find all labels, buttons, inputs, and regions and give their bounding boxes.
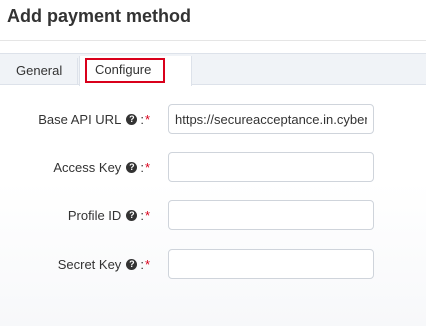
label-colon: : bbox=[140, 257, 144, 272]
profile-id-input[interactable] bbox=[168, 200, 374, 230]
access-key-label-text: Access Key bbox=[53, 160, 122, 175]
profile-id-label-text: Profile ID bbox=[67, 208, 122, 223]
tab-configure-label: Configure bbox=[95, 62, 152, 77]
base-api-url-label-text: Base API URL bbox=[38, 112, 122, 127]
form-row-profile-id: Profile ID ? : * bbox=[0, 200, 426, 230]
configure-form: Base API URL ? : * Access Key ? : * Prof… bbox=[0, 86, 426, 326]
tab-general-label: General bbox=[16, 63, 63, 78]
form-row-secret-key: Secret Key ? : * bbox=[0, 249, 426, 279]
profile-id-label: Profile ID ? : * bbox=[68, 208, 150, 223]
base-api-url-input[interactable] bbox=[168, 104, 374, 134]
tab-bar: General Configure bbox=[0, 53, 426, 86]
tab-configure[interactable]: Configure bbox=[79, 56, 192, 86]
label-colon: : bbox=[140, 160, 144, 175]
secret-key-label-text: Secret Key bbox=[57, 257, 122, 272]
required-asterisk: * bbox=[144, 208, 150, 223]
secret-key-input[interactable] bbox=[168, 249, 374, 279]
form-row-access-key: Access Key ? : * bbox=[0, 152, 426, 182]
secret-key-label: Secret Key ? : * bbox=[58, 257, 150, 272]
required-asterisk: * bbox=[144, 160, 150, 175]
question-circle-icon[interactable]: ? bbox=[126, 259, 138, 270]
base-api-url-label: Base API URL ? : * bbox=[38, 112, 150, 127]
tab-configure-highlight: Configure bbox=[85, 58, 165, 83]
label-colon: : bbox=[140, 208, 144, 223]
label-colon: : bbox=[140, 112, 144, 127]
page-title: Add payment method bbox=[7, 6, 192, 26]
question-circle-icon[interactable]: ? bbox=[126, 114, 138, 125]
required-asterisk: * bbox=[144, 112, 150, 127]
access-key-input[interactable] bbox=[168, 152, 374, 182]
form-row-base-api-url: Base API URL ? : * bbox=[0, 104, 426, 134]
access-key-label: Access Key ? : * bbox=[53, 160, 150, 175]
required-asterisk: * bbox=[144, 257, 150, 272]
question-circle-icon[interactable]: ? bbox=[126, 162, 138, 173]
title-divider bbox=[0, 40, 426, 41]
question-circle-icon[interactable]: ? bbox=[126, 210, 138, 221]
tab-general[interactable]: General bbox=[0, 58, 78, 84]
add-payment-method-page: Add payment method General Configure Bas… bbox=[0, 0, 426, 326]
